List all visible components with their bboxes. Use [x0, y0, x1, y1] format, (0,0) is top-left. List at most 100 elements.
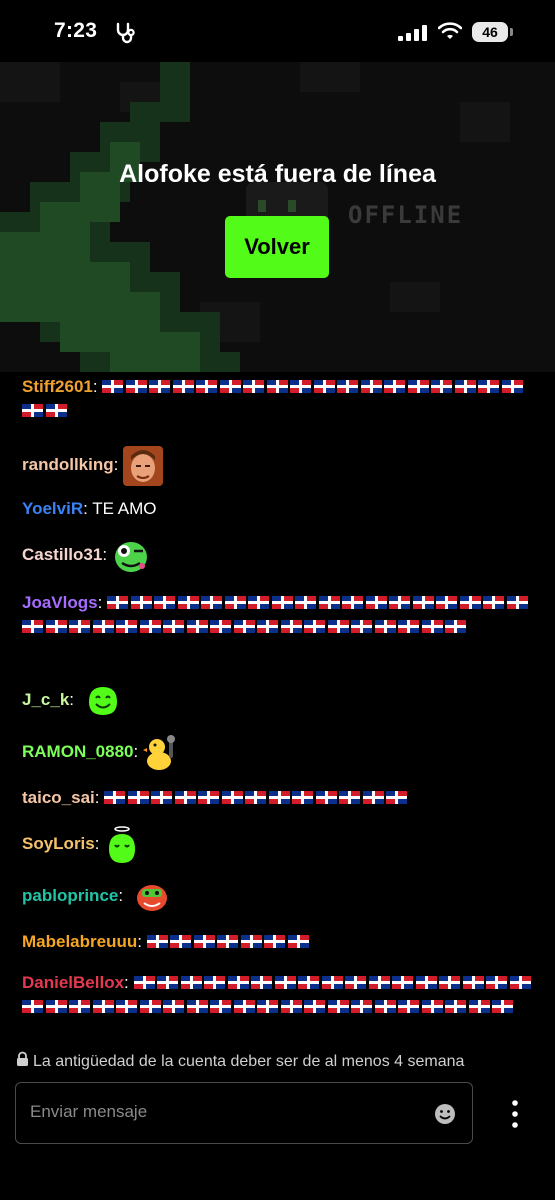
- chat-message: RAMON_0880:: [22, 732, 537, 772]
- dominican-flag-emoji: [45, 404, 67, 417]
- wifi-icon: [438, 22, 462, 39]
- dominican-flag-emoji: [116, 1000, 137, 1013]
- dominican-flag-emoji: [478, 380, 500, 393]
- winking-frog-emote: [114, 541, 147, 572]
- dominican-flag-emoji: [421, 620, 443, 633]
- dominican-flag-emoji: [445, 1000, 466, 1013]
- dominican-flag-emoji: [22, 404, 43, 417]
- chat-colon: :: [102, 545, 112, 564]
- dominican-flag-emoji: [130, 596, 152, 609]
- chat-colon: :: [69, 690, 79, 709]
- dominican-flag-emoji: [486, 976, 507, 989]
- dominican-flag-emoji: [251, 976, 272, 989]
- dominican-flag-emoji: [243, 380, 265, 393]
- offline-banner: Alofoke está fuera de línea OFFLINE Volv…: [0, 62, 555, 372]
- chat-username[interactable]: JoaVlogs: [22, 593, 98, 612]
- man-face-emote: [123, 445, 164, 486]
- account-age-notice: La antigüedad de la cuenta deber ser de …: [16, 1051, 464, 1071]
- chat-message: randollking:: [22, 444, 537, 486]
- chat-colon: :: [94, 834, 105, 853]
- chat-username[interactable]: taico_sai: [22, 788, 95, 807]
- duck-microphone-emote: [142, 734, 175, 770]
- status-time: 7:23: [54, 19, 98, 42]
- dominican-flag-emoji: [217, 935, 239, 948]
- chat-message: Mabelabreuuu:: [22, 930, 537, 954]
- dominican-flag-emoji: [22, 1000, 43, 1013]
- more-options-icon[interactable]: [505, 1098, 525, 1130]
- chat-username[interactable]: Mabelabreuuu: [22, 932, 137, 951]
- chat-username[interactable]: YoelviR: [22, 499, 83, 518]
- dominican-flag-emoji: [174, 791, 196, 804]
- green-smile-emote: [88, 686, 117, 715]
- message-input[interactable]: [28, 1101, 422, 1123]
- dominican-flag-emoji: [133, 976, 155, 989]
- dominican-flag-emoji: [492, 1000, 513, 1013]
- dominican-flag-emoji: [219, 380, 241, 393]
- dominican-flag-emoji: [125, 380, 147, 393]
- chat-username[interactable]: RAMON_0880: [22, 742, 134, 761]
- chat-username[interactable]: SoyLoris: [22, 834, 95, 853]
- chat-username[interactable]: J_c_k: [22, 690, 69, 709]
- dominican-flag-emoji: [104, 791, 126, 804]
- dominican-flag-emoji: [459, 596, 481, 609]
- chat-username[interactable]: pabloprince: [22, 886, 118, 905]
- chat-message: Castillo31:: [22, 536, 537, 574]
- dominican-flag-emoji: [151, 791, 173, 804]
- offline-watermark: OFFLINE: [348, 201, 464, 229]
- dominican-flag-emoji: [368, 976, 390, 989]
- dominican-flag-emoji: [327, 1000, 349, 1013]
- dominican-flag-emoji: [362, 791, 384, 804]
- dominican-flag-emoji: [186, 620, 208, 633]
- dominican-flag-emoji: [92, 1000, 114, 1013]
- dominican-flag-emoji: [107, 596, 129, 609]
- chat-colon: :: [94, 788, 105, 807]
- dominican-flag-emoji: [163, 620, 184, 633]
- chat-username[interactable]: Castillo31: [22, 545, 102, 564]
- dominican-flag-emoji: [415, 976, 437, 989]
- dominican-flag-emoji: [506, 596, 528, 609]
- dominican-flag-emoji: [102, 380, 124, 393]
- dominican-flag-emoji: [389, 596, 411, 609]
- offline-title: Alofoke está fuera de línea: [119, 160, 436, 188]
- dominican-flag-emoji: [304, 1000, 325, 1013]
- dominican-flag-emoji: [224, 596, 246, 609]
- cellular-signal-icon: [398, 25, 427, 41]
- dominican-flag-emoji: [210, 620, 231, 633]
- dominican-flag-emoji: [177, 596, 199, 609]
- dominican-flag-emoji: [139, 620, 161, 633]
- dominican-flag-emoji: [298, 976, 319, 989]
- dominican-flag-emoji: [315, 791, 337, 804]
- message-input-box[interactable]: [15, 1082, 473, 1144]
- dominican-flag-emoji: [154, 596, 176, 609]
- chat-message: SoyLoris:: [22, 824, 537, 865]
- chat-username[interactable]: Stiff2601: [22, 377, 93, 396]
- chat-colon: :: [92, 377, 103, 396]
- dominican-flag-emoji: [287, 935, 309, 948]
- dominican-flag-emoji: [146, 935, 168, 948]
- dominican-flag-emoji: [280, 620, 302, 633]
- chat-message: pabloprince:: [22, 878, 537, 914]
- dominican-flag-emoji: [436, 596, 458, 609]
- dominican-flag-emoji: [483, 596, 505, 609]
- dominican-flag-emoji: [240, 935, 262, 948]
- stethoscope-icon: [116, 22, 135, 44]
- dominican-flag-emoji: [304, 620, 325, 633]
- dominican-flag-emoji: [245, 791, 267, 804]
- dominican-flag-emojis: [146, 932, 312, 951]
- dominican-flag-emoji: [193, 935, 215, 948]
- dominican-flag-emoji: [407, 380, 429, 393]
- dominican-flag-emoji: [233, 1000, 255, 1013]
- dominican-flag-emoji: [271, 596, 293, 609]
- dominican-flag-emoji: [127, 791, 149, 804]
- emoji-picker-icon[interactable]: [434, 1103, 456, 1125]
- back-button[interactable]: Volver: [225, 216, 329, 278]
- dominican-flag-emoji: [198, 791, 220, 804]
- dominican-flag-emoji: [204, 976, 225, 989]
- chat-colon: :: [97, 593, 108, 612]
- chat-username[interactable]: DanielBellox: [22, 973, 124, 992]
- dominican-flag-emoji: [264, 935, 286, 948]
- red-face-emote: [136, 884, 167, 911]
- chat-username[interactable]: randollking: [22, 455, 114, 474]
- account-age-text: La antigüedad de la cuenta deber ser de …: [33, 1053, 465, 1070]
- dominican-flag-emoji: [210, 1000, 231, 1013]
